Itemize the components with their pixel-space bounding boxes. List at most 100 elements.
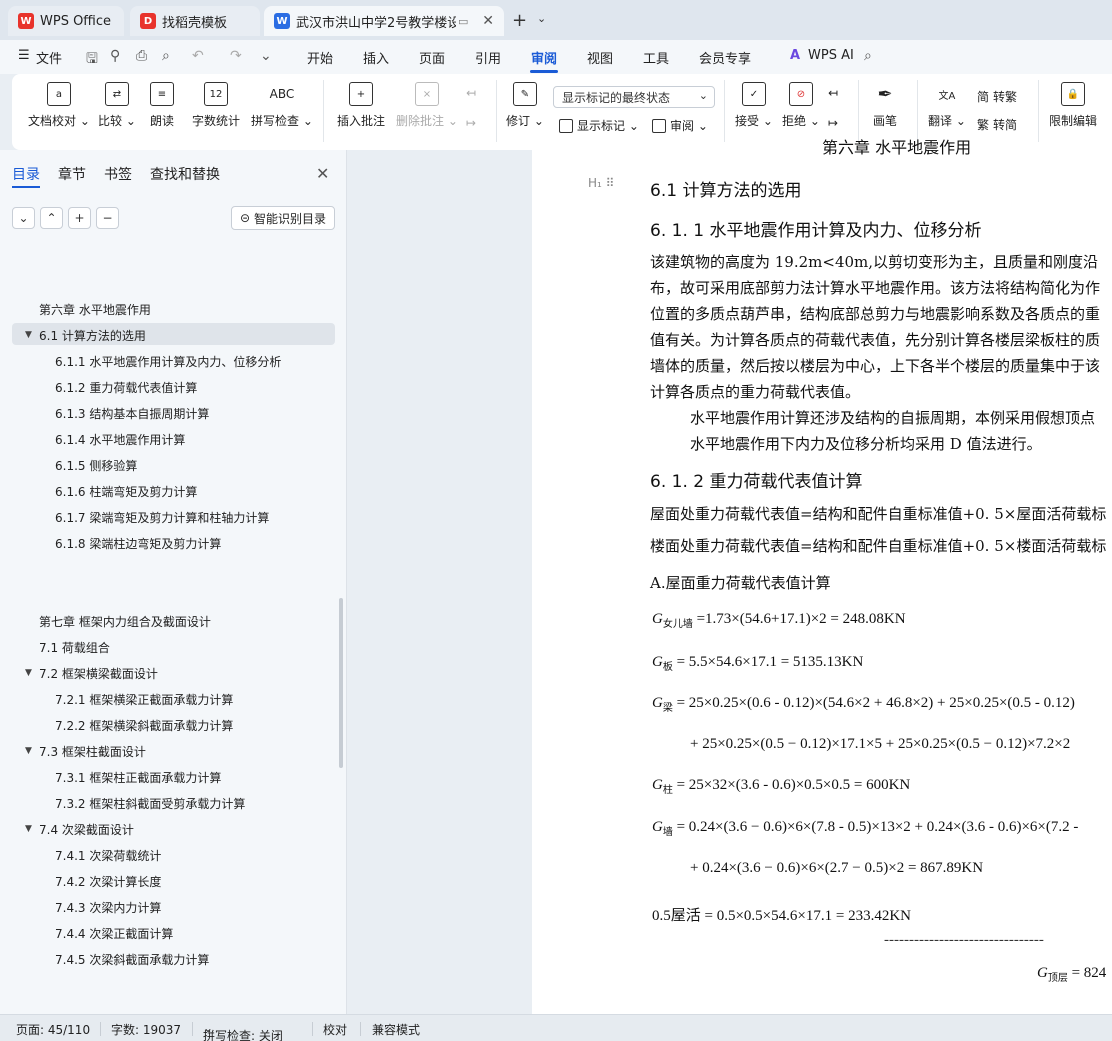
markup-state-select[interactable]: 显示标记的最终状态 ⌄ bbox=[553, 86, 715, 108]
toc-item[interactable]: 7.4.2 次梁计算长度 bbox=[55, 873, 161, 890]
tab-bookmarks[interactable]: 书签 bbox=[104, 164, 132, 184]
proofread-button[interactable]: a 文档校对 ⌄ bbox=[28, 82, 90, 129]
prev-comment-icon[interactable]: ↤ bbox=[466, 86, 476, 100]
reject-button[interactable]: ⊘ 拒绝 ⌄ bbox=[782, 82, 820, 129]
toc-item[interactable]: 6.1.2 重力荷载代表值计算 bbox=[55, 379, 197, 396]
toc-item[interactable]: 7.4.3 次梁内力计算 bbox=[55, 899, 161, 916]
menu-member[interactable]: 会员专享 bbox=[699, 48, 751, 67]
remove-heading-button[interactable]: − bbox=[96, 207, 119, 229]
expand-caret-icon[interactable]: ▼ bbox=[25, 746, 32, 756]
menu-tools[interactable]: 工具 bbox=[643, 48, 669, 67]
expand-caret-icon[interactable]: ▼ bbox=[25, 668, 32, 678]
spell-check-status[interactable]: 拼写检查: 关闭 ⌄ bbox=[203, 1021, 283, 1041]
search-icon[interactable]: ⌕ bbox=[864, 48, 872, 64]
expand-up-button[interactable]: ⌃ bbox=[40, 207, 63, 229]
expand-caret-icon[interactable]: ▼ bbox=[25, 330, 32, 340]
traditional-icon: 简 bbox=[977, 90, 990, 104]
tab-document[interactable]: W 武汉市洪山中学2号教学楼设计 ▭ ✕ bbox=[264, 6, 504, 36]
undo-icon[interactable]: ↶ bbox=[192, 48, 204, 64]
delete-comment-button[interactable]: × 删除批注 ⌄ bbox=[396, 82, 458, 129]
hamburger-icon[interactable]: ☰ bbox=[18, 48, 30, 63]
toc-item[interactable]: 6.1.7 梁端弯矩及剪力计算和柱轴力计算 bbox=[55, 509, 269, 526]
toc-item[interactable]: 6.1.3 结构基本自振周期计算 bbox=[55, 405, 209, 422]
pen-button[interactable]: ✒ 画笔 bbox=[873, 82, 897, 129]
menu-page[interactable]: 页面 bbox=[419, 48, 445, 67]
tab-wps-office[interactable]: W WPS Office bbox=[8, 6, 124, 36]
toc-item[interactable]: 7.4.4 次梁正截面计算 bbox=[55, 925, 173, 942]
compare-button[interactable]: ⇄ 比较 ⌄ bbox=[98, 82, 136, 129]
toc-item[interactable]: 7.3.1 框架柱正截面承载力计算 bbox=[55, 769, 221, 786]
button-label: 接受 ⌄ bbox=[735, 114, 773, 128]
smart-toc-button[interactable]: ⊝ 智能识别目录 bbox=[231, 206, 335, 230]
menu-references[interactable]: 引用 bbox=[475, 48, 501, 67]
accept-button[interactable]: ✓ 接受 ⌄ bbox=[735, 82, 773, 129]
collapse-all-button[interactable]: ⌄ bbox=[12, 207, 35, 229]
toc-item[interactable]: 7.4.1 次梁荷载统计 bbox=[55, 847, 161, 864]
new-tab-icon[interactable]: + bbox=[512, 10, 527, 31]
proofread-status[interactable]: 校对 bbox=[323, 1021, 347, 1038]
word-count[interactable]: 字数: 19037 bbox=[111, 1021, 181, 1038]
redo-icon[interactable]: ↷ bbox=[230, 48, 242, 64]
toc-item[interactable]: 7.1 荷载组合 bbox=[39, 639, 110, 656]
close-pane-icon[interactable]: ✕ bbox=[316, 164, 329, 183]
word-count-button[interactable]: 12 字数统计 bbox=[192, 82, 240, 129]
add-heading-button[interactable]: + bbox=[68, 207, 91, 229]
menu-insert[interactable]: 插入 bbox=[363, 48, 389, 67]
toc-item[interactable]: 6.1.4 水平地震作用计算 bbox=[55, 431, 185, 448]
toc-item[interactable]: 7.3 框架柱截面设计 bbox=[39, 743, 146, 760]
wps-logo-icon: W bbox=[18, 13, 34, 29]
review-pane-button[interactable]: 审阅 ⌄ bbox=[652, 117, 708, 134]
toc-item[interactable]: 6.1.5 侧移验算 bbox=[55, 457, 137, 474]
toc-item[interactable]: 7.4 次梁截面设计 bbox=[39, 821, 134, 838]
track-changes-button[interactable]: ✎ 修订 ⌄ bbox=[506, 82, 544, 129]
insert-comment-button[interactable]: + 插入批注 bbox=[337, 82, 385, 129]
menu-file[interactable]: 文件 bbox=[36, 48, 62, 67]
menu-wps-ai[interactable]: WPS AI bbox=[808, 48, 854, 63]
to-simplified-button[interactable]: 繁 转简 bbox=[977, 116, 1017, 133]
save-icon[interactable]: 🖫 bbox=[86, 48, 98, 72]
tab-find-replace[interactable]: 查找和替换 bbox=[150, 164, 220, 184]
toc-item[interactable]: 6.1.8 梁端柱边弯矩及剪力计算 bbox=[55, 535, 221, 552]
chevron-down-icon[interactable]: ⌄ bbox=[537, 12, 546, 25]
expand-caret-icon[interactable]: ▼ bbox=[25, 824, 32, 834]
toc-item[interactable]: 7.4.5 次梁斜截面承载力计算 bbox=[55, 951, 209, 968]
toc-item[interactable]: 第六章 水平地震作用 bbox=[39, 301, 151, 318]
spell-check-button[interactable]: ABC 拼写检查 ⌄ bbox=[251, 82, 313, 129]
document-page[interactable]: 第六章 水平地震作用 6.1 计算方法的选用 6. 1. 1 水平地震作用计算及… bbox=[532, 138, 1112, 1014]
next-change-icon[interactable]: ↦ bbox=[828, 116, 838, 130]
heading-drag-handle-icon[interactable]: H₁ ⠿ bbox=[588, 176, 614, 190]
tab-sections[interactable]: 章节 bbox=[58, 164, 86, 184]
menu-home[interactable]: 开始 bbox=[307, 48, 333, 67]
menu-view[interactable]: 视图 bbox=[587, 48, 613, 67]
close-tab-icon[interactable]: ✕ bbox=[482, 13, 494, 29]
menu-review[interactable]: 审阅 bbox=[531, 48, 557, 67]
next-comment-icon[interactable]: ↦ bbox=[466, 116, 476, 130]
ribbon-separator bbox=[858, 80, 859, 142]
compare-icon: ⇄ bbox=[104, 82, 129, 106]
formula-slab: G板 = 5.5×54.6×17.1 = 5135.13KN bbox=[652, 654, 864, 673]
more-chevron-icon[interactable]: ⌄ bbox=[260, 48, 272, 64]
toc-item[interactable]: 6.1.1 水平地震作用计算及内力、位移分析 bbox=[55, 353, 281, 370]
toc-item[interactable]: 7.2.1 框架横梁正截面承载力计算 bbox=[55, 691, 233, 708]
show-markup-button[interactable]: 显示标记 ⌄ bbox=[559, 117, 639, 134]
tab-docer[interactable]: D 找稻壳模板 bbox=[130, 6, 260, 36]
print-preview-icon[interactable]: ⌕ bbox=[162, 48, 170, 64]
toc-item[interactable]: 第七章 框架内力组合及截面设计 bbox=[39, 613, 211, 630]
chevron-down-icon: ⌄ bbox=[625, 118, 639, 133]
translate-button[interactable]: 文A 翻译 ⌄ bbox=[928, 82, 966, 129]
print-icon[interactable]: ⎙ bbox=[136, 48, 147, 64]
toc-item[interactable]: 7.3.2 框架柱斜截面受剪承载力计算 bbox=[55, 795, 245, 812]
restrict-editing-button[interactable]: 🔒 限制编辑 bbox=[1049, 82, 1097, 129]
toc-item[interactable]: 7.2 框架横梁截面设计 bbox=[39, 665, 158, 682]
tab-toc[interactable]: 目录 bbox=[12, 164, 40, 184]
toc-item[interactable]: 6.1 计算方法的选用 bbox=[39, 327, 146, 344]
toc-item[interactable]: 7.2.2 框架横梁斜截面承载力计算 bbox=[55, 717, 233, 734]
nav-scrollbar[interactable] bbox=[339, 598, 343, 768]
monitor-icon[interactable]: ▭ bbox=[458, 15, 468, 28]
read-aloud-button[interactable]: ≡ 朗读 bbox=[150, 82, 174, 129]
page-indicator[interactable]: 页面: 45/110 bbox=[16, 1021, 90, 1038]
toc-item[interactable]: 6.1.6 柱端弯矩及剪力计算 bbox=[55, 483, 197, 500]
prev-change-icon[interactable]: ↤ bbox=[828, 86, 838, 100]
to-traditional-button[interactable]: 简 转繁 bbox=[977, 88, 1017, 105]
link-icon[interactable]: ⚲ bbox=[110, 48, 120, 64]
